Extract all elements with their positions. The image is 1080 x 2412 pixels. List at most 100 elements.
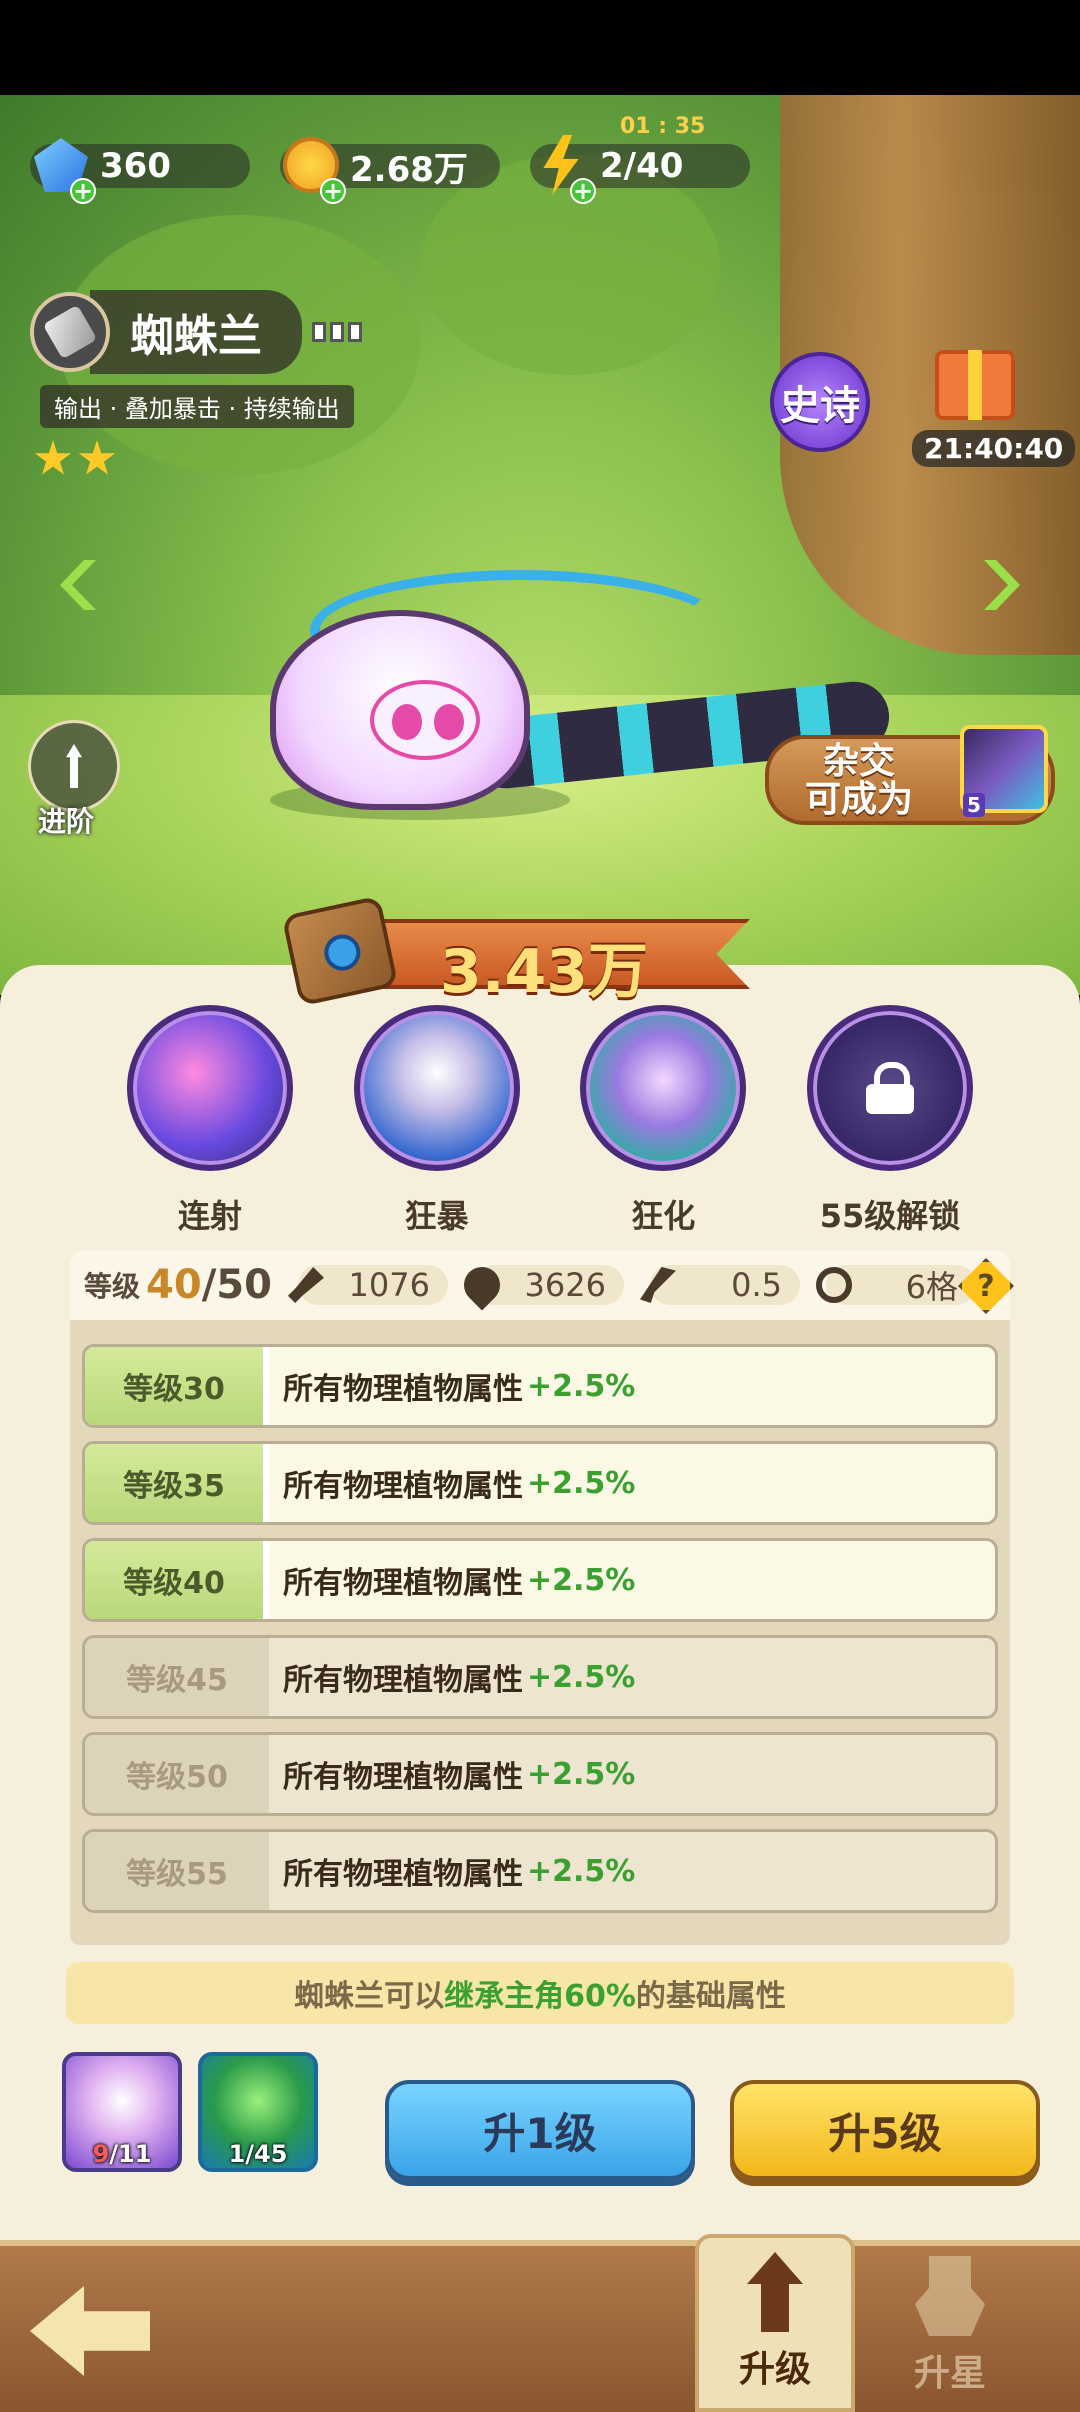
tab-star-label: 升星: [913, 2353, 986, 2394]
gem-amount: 360: [100, 146, 171, 186]
gem-counter[interactable]: + 360: [30, 138, 250, 205]
list-item: 等级30 所有物理植物属性 +2.5%: [82, 1344, 998, 1428]
range-stat: 6格: [815, 1265, 976, 1306]
upgrade-5-levels-button[interactable]: 升5级: [730, 2080, 1040, 2180]
inherit-info: 蜘蛛兰可以 继承主角60% 的基础属性: [66, 1962, 1014, 2024]
skill-rapid-shot[interactable]: 连射: [120, 1005, 300, 1237]
flower-pot-icon: [915, 2256, 985, 2336]
skill-label: 狂暴: [404, 1197, 469, 1235]
energy-counter[interactable]: 01 : 35 + 2/40: [530, 114, 750, 205]
material-plant-shard[interactable]: 9/11: [62, 2052, 182, 2172]
tab-star-up[interactable]: 升星: [870, 2234, 1030, 2412]
energy-amount: 2/40: [600, 146, 684, 186]
skill-label: 55级解锁: [819, 1197, 961, 1235]
upgrade-1-level-button[interactable]: 升1级: [385, 2080, 695, 2180]
list-item: 等级45 所有物理植物属性 +2.5%: [82, 1635, 998, 1719]
tab-upgrade-label: 升级: [738, 2349, 811, 2390]
plant-name-bar: 蜘蛛兰: [30, 290, 362, 374]
name-dots-icon: [312, 322, 362, 342]
plant-tags: 输出 · 叠加暴击 · 持续输出: [40, 385, 354, 428]
advance-button[interactable]: [28, 720, 120, 812]
heart-icon: [456, 1259, 508, 1311]
material-have: 1: [228, 2140, 246, 2168]
level-bonus-list[interactable]: 等级30 所有物理植物属性 +2.5% 等级35 所有物理植物属性 +2.5% 等级…: [70, 1320, 1010, 1945]
plant-name: 蜘蛛兰: [90, 290, 302, 374]
bonus-level: 等级50: [85, 1735, 269, 1813]
inherit-text: 蜘蛛兰可以: [294, 1979, 445, 2014]
bonus-desc: 所有物理植物属性: [283, 1760, 523, 1795]
material-growth-potion[interactable]: 1/45: [198, 2052, 318, 2172]
list-item: 等级40 所有物理植物属性 +2.5%: [82, 1538, 998, 1622]
attack-stat: 1076: [287, 1265, 448, 1305]
star-icon: [78, 440, 116, 475]
bonus-desc: 所有物理植物属性: [283, 1663, 523, 1698]
bonus-desc: 所有物理植物属性: [283, 1857, 523, 1892]
bonus-desc: 所有物理植物属性: [283, 1566, 523, 1601]
skill-list: 连射 狂暴 狂化 55级解锁: [120, 1005, 980, 1237]
bottom-nav: 升级 升星: [0, 2234, 1080, 2412]
level-current: 40: [146, 1262, 202, 1308]
bonus-level: 等级30: [85, 1347, 269, 1425]
physical-type-icon: [30, 292, 110, 372]
berserk-icon: [353, 1005, 520, 1171]
level-max: /50: [201, 1262, 272, 1308]
sword-icon: [287, 1267, 324, 1303]
gift-box-icon[interactable]: [920, 340, 1030, 440]
bonus-value: +2.5%: [527, 1562, 636, 1598]
bonus-level: 等级55: [85, 1832, 269, 1910]
add-coins-icon[interactable]: +: [320, 177, 346, 205]
upgrade-arrow-icon: [747, 2252, 803, 2332]
lock-icon: [806, 1005, 973, 1171]
power-scroll-icon: [281, 895, 399, 1007]
list-item: 等级35 所有物理植物属性 +2.5%: [82, 1441, 998, 1525]
material-need: /11: [109, 2140, 152, 2168]
bonus-value: +2.5%: [527, 1756, 636, 1792]
hybrid-label-line1: 杂交: [823, 741, 896, 782]
range-target-icon: [815, 1267, 852, 1303]
bonus-value: +2.5%: [527, 1853, 636, 1889]
hybrid-label-line2: 可成为: [805, 779, 914, 820]
coin-counter[interactable]: + 2.68万: [280, 137, 500, 205]
inherit-highlight: 继承主角60%: [444, 1979, 636, 2014]
advance-label: 进阶: [38, 805, 95, 838]
bonus-level: 等级45: [85, 1638, 269, 1716]
rapid-shot-icon: [127, 1005, 293, 1171]
inherit-text-end: 的基础属性: [635, 1979, 786, 2014]
list-item: 等级55 所有物理植物属性 +2.5%: [82, 1829, 998, 1913]
bonus-desc: 所有物理植物属性: [283, 1469, 523, 1504]
coin-amount: 2.68万: [350, 149, 468, 190]
help-icon[interactable]: ?: [958, 1258, 1014, 1314]
hybrid-level: 5: [963, 793, 985, 817]
range-value: 6格: [905, 1268, 958, 1306]
stats-bar: 等级 40 /50 1076 3626 0.5 6格 ?: [70, 1250, 1014, 1320]
list-item: 等级50 所有物理植物属性 +2.5%: [82, 1732, 998, 1816]
skill-berserk[interactable]: 狂暴: [347, 1005, 527, 1237]
sprout-icon: [66, 744, 82, 788]
bonus-value: +2.5%: [527, 1465, 636, 1501]
level-label: 等级: [84, 1270, 141, 1303]
rarity-badge: 史诗: [770, 352, 870, 452]
skill-locked[interactable]: 55级解锁: [800, 1005, 980, 1237]
back-arrow-icon[interactable]: [30, 2286, 150, 2376]
bonus-level: 等级35: [85, 1444, 269, 1522]
bonus-value: +2.5%: [527, 1659, 636, 1695]
energy-timer: 01 : 35: [620, 114, 706, 139]
resource-bar: + 360 + 2.68万 01 : 35 + 2/40: [30, 114, 1080, 205]
attack-speed-icon: [639, 1267, 676, 1303]
hybrid-button[interactable]: 杂交 可成为 5: [765, 725, 1065, 835]
add-gems-icon[interactable]: +: [70, 177, 96, 205]
gift-timer: 21:40:40: [912, 430, 1076, 467]
tab-upgrade[interactable]: 升级: [695, 2234, 855, 2412]
add-energy-icon[interactable]: +: [570, 177, 596, 205]
material-need: /45: [245, 2140, 288, 2168]
attack-value: 1076: [348, 1266, 430, 1304]
frenzy-icon: [580, 1005, 747, 1171]
skill-frenzy[interactable]: 狂化: [573, 1005, 753, 1237]
hp-stat: 3626: [456, 1259, 624, 1311]
hp-value: 3626: [524, 1266, 606, 1304]
bonus-level: 等级40: [85, 1541, 269, 1619]
power-value: 3.43万: [440, 937, 649, 1007]
speed-stat: 0.5: [639, 1265, 800, 1305]
speed-value: 0.5: [731, 1266, 782, 1304]
star-icon: [34, 440, 72, 475]
